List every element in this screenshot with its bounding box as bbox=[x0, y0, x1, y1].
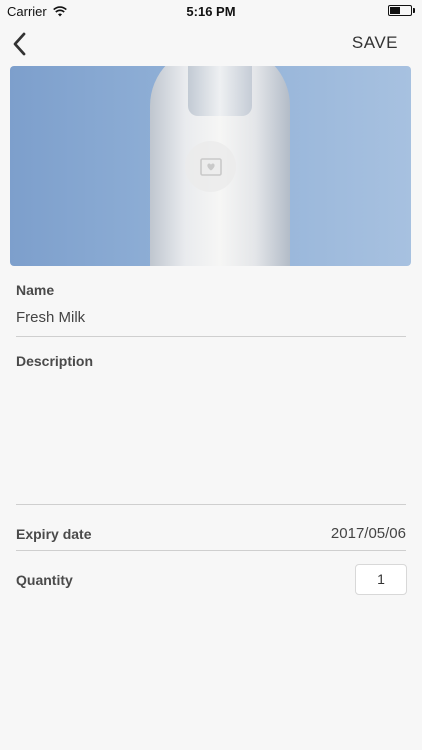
name-label: Name bbox=[16, 282, 55, 298]
item-photo[interactable] bbox=[10, 66, 411, 266]
chevron-left-icon bbox=[13, 32, 26, 56]
status-time: 5:16 PM bbox=[186, 4, 236, 19]
edit-item-screen: Carrier 5:16 PM SAVE Name Fresh Milk Des… bbox=[0, 0, 422, 750]
expiry-date-value[interactable]: 2017/05/06 bbox=[331, 525, 406, 542]
name-field[interactable]: Fresh Milk bbox=[16, 309, 85, 326]
save-button[interactable]: SAVE bbox=[352, 33, 398, 53]
status-bar: Carrier 5:16 PM bbox=[0, 0, 422, 22]
battery-icon bbox=[388, 5, 415, 16]
bottle-neck-image bbox=[188, 66, 252, 116]
back-button[interactable] bbox=[8, 29, 36, 59]
description-label: Description bbox=[16, 353, 94, 369]
nav-bar: SAVE bbox=[0, 22, 422, 66]
expiry-date-label: Expiry date bbox=[16, 526, 92, 542]
quantity-label: Quantity bbox=[16, 572, 73, 588]
divider bbox=[16, 504, 406, 505]
divider bbox=[16, 550, 406, 551]
quantity-input[interactable]: 1 bbox=[355, 564, 407, 595]
divider bbox=[16, 336, 406, 337]
description-field[interactable] bbox=[16, 374, 406, 502]
image-icon bbox=[199, 157, 222, 176]
change-photo-button[interactable] bbox=[185, 141, 236, 192]
